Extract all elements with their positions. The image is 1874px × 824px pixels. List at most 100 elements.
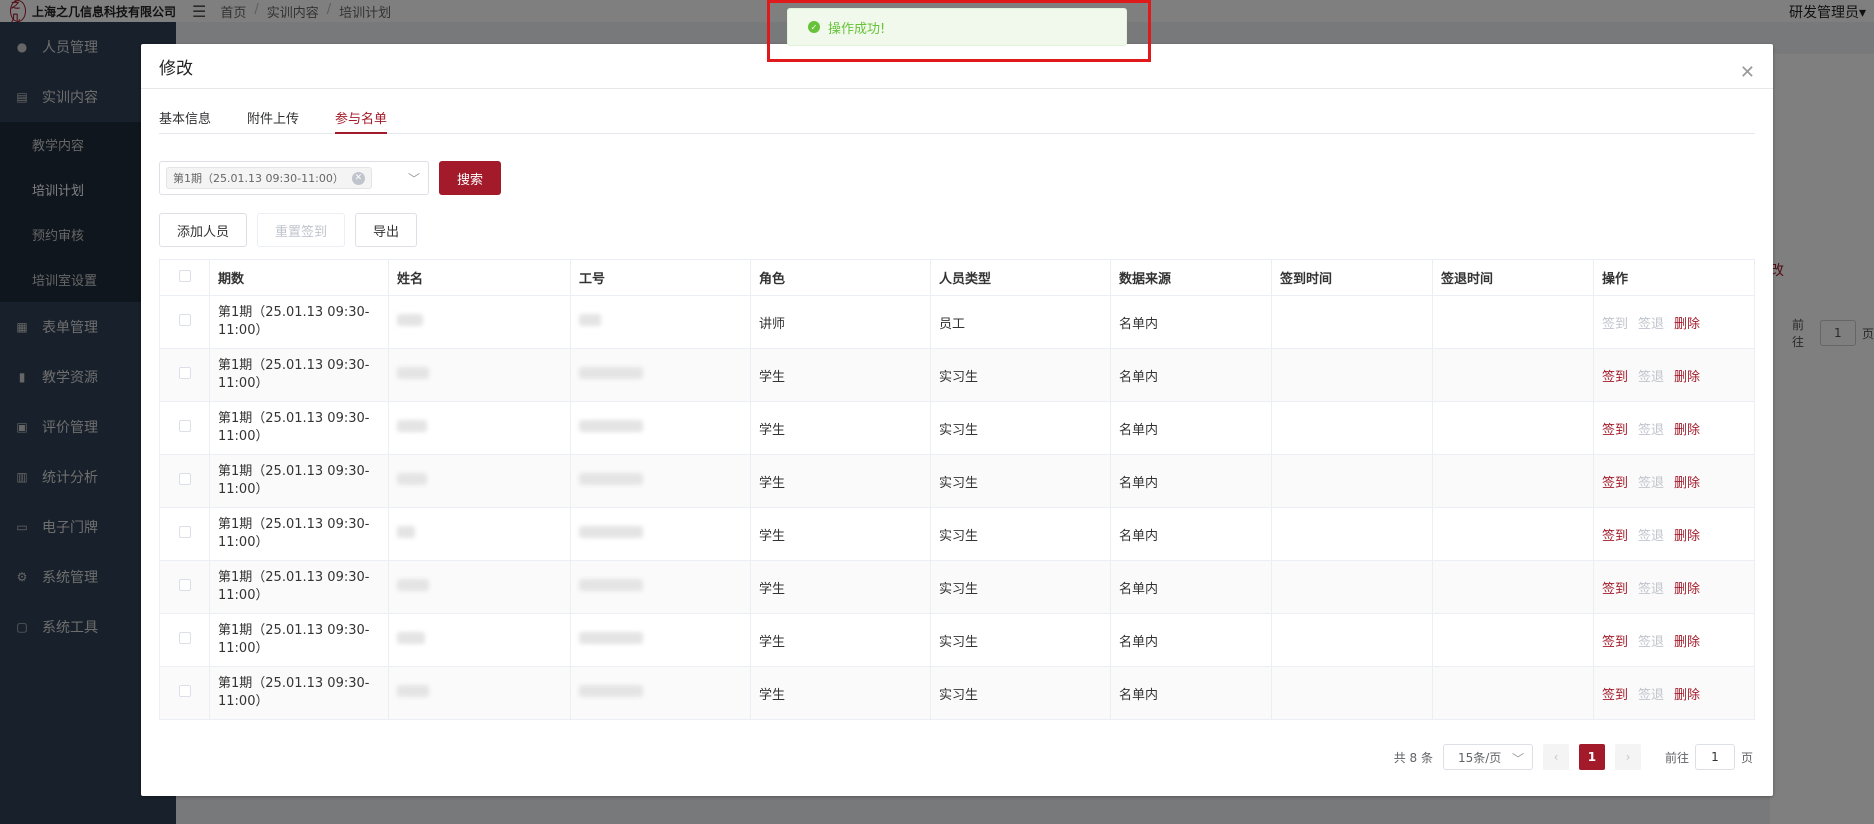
cell-role: 学生: [750, 401, 931, 455]
sign-in-link[interactable]: 签到: [1602, 635, 1628, 650]
cell-actions: 签到 签退 删除: [1593, 401, 1755, 455]
prev-page-icon[interactable]: ‹: [1542, 744, 1569, 770]
redacted-id: [579, 473, 643, 485]
cell-source: 名单内: [1110, 454, 1272, 508]
cell-role: 学生: [750, 560, 931, 614]
sign-in-link[interactable]: 签到: [1602, 317, 1628, 332]
sign-out-link[interactable]: 签退: [1638, 423, 1664, 438]
tab-participants[interactable]: 参与名单: [335, 100, 388, 134]
export-button[interactable]: 导出: [355, 213, 418, 247]
row-checkbox-cell: [159, 560, 210, 614]
delete-link[interactable]: 删除: [1674, 582, 1700, 597]
redacted-id: [579, 632, 643, 644]
delete-link[interactable]: 删除: [1674, 476, 1700, 491]
table-row: 第1期（25.01.13 09:30-11:00） 学生 实习生 名单内 签到签…: [159, 348, 1755, 402]
cell-sign-out-time: [1432, 295, 1594, 349]
close-icon[interactable]: ✕: [1740, 62, 1755, 83]
redacted-name: [397, 473, 427, 485]
redacted-id: [579, 526, 643, 538]
sign-in-link[interactable]: 签到: [1602, 423, 1628, 438]
cell-employee-id: [570, 507, 751, 561]
row-checkbox[interactable]: [178, 314, 191, 326]
redacted-name: [397, 314, 423, 326]
row-checkbox[interactable]: [178, 526, 191, 538]
cell-name: [388, 401, 571, 455]
row-checkbox[interactable]: [178, 632, 191, 644]
sign-in-link[interactable]: 签到: [1602, 370, 1628, 385]
sign-out-link[interactable]: 签退: [1638, 317, 1664, 332]
column-header: 签退时间: [1432, 259, 1594, 296]
sign-out-link[interactable]: 签退: [1638, 476, 1664, 491]
cell-type: 实习生: [930, 454, 1111, 508]
chevron-down-icon: ﹀: [407, 172, 420, 186]
row-checkbox-cell: [159, 348, 210, 402]
sign-in-link[interactable]: 签到: [1602, 476, 1628, 491]
column-header: 期数: [209, 259, 389, 296]
cell-role: 讲师: [750, 295, 931, 349]
column-header: 角色: [750, 259, 931, 296]
dialog-title: 修改: [159, 58, 193, 79]
table-row: 第1期（25.01.13 09:30-11:00） 学生 实习生 名单内 签到签…: [159, 454, 1755, 508]
select-all-checkbox[interactable]: [178, 269, 191, 282]
cell-sign-out-time: [1432, 401, 1594, 455]
row-checkbox-cell: [159, 401, 210, 455]
cell-role: 学生: [750, 666, 931, 720]
cell-period: 第1期（25.01.13 09:30-11:00）: [209, 401, 389, 455]
table-row: 第1期（25.01.13 09:30-11:00） 学生 实习生 名单内 签到签…: [159, 560, 1755, 614]
table-row: 第1期（25.01.13 09:30-11:00） 讲师 员工 名单内 签到 签退…: [159, 295, 1755, 349]
column-header: 工号: [570, 259, 751, 296]
sign-in-link[interactable]: 签到: [1602, 529, 1628, 544]
row-checkbox[interactable]: [178, 685, 191, 697]
cell-sign-out-time: [1432, 507, 1594, 561]
sign-in-link[interactable]: 签到: [1602, 688, 1628, 703]
reset-sign-button[interactable]: 重置签到: [257, 213, 346, 247]
sign-out-link[interactable]: 签退: [1638, 529, 1664, 544]
sign-out-link[interactable]: 签退: [1638, 688, 1664, 703]
current-page[interactable]: 1: [1578, 744, 1605, 770]
period-select[interactable]: 第1期（25.01.13 09:30-11:00） ✕ ﹀: [159, 161, 429, 195]
cell-sign-in-time: [1271, 507, 1433, 561]
delete-link[interactable]: 删除: [1674, 635, 1700, 650]
row-checkbox[interactable]: [178, 473, 191, 485]
goto-input[interactable]: 1: [1694, 744, 1735, 770]
sign-out-link[interactable]: 签退: [1638, 582, 1664, 597]
tab-attachments[interactable]: 附件上传: [247, 100, 299, 134]
cell-period: 第1期（25.01.13 09:30-11:00）: [209, 295, 389, 349]
table-body: 第1期（25.01.13 09:30-11:00） 讲师 员工 名单内 签到 签退…: [159, 295, 1755, 720]
column-header: 签到时间: [1271, 259, 1433, 296]
table-row: 第1期（25.01.13 09:30-11:00） 学生 实习生 名单内 签到签…: [159, 613, 1755, 667]
cell-type: 实习生: [930, 666, 1111, 720]
page-size-select[interactable]: 15条/页 ﹀: [1442, 744, 1533, 770]
tag-close-icon[interactable]: ✕: [351, 171, 365, 185]
cell-sign-out-time: [1432, 348, 1594, 402]
row-checkbox[interactable]: [178, 420, 191, 432]
row-checkbox-cell: [159, 666, 210, 720]
cell-actions: 签到 签退 删除: [1593, 507, 1755, 561]
delete-link[interactable]: 删除: [1674, 423, 1700, 438]
cell-employee-id: [570, 454, 751, 508]
row-checkbox-cell: [159, 454, 210, 508]
add-person-button[interactable]: 添加人员: [159, 213, 248, 247]
page-size-value: 15条/页: [1457, 750, 1502, 765]
delete-link[interactable]: 删除: [1674, 370, 1700, 385]
column-header: 操作: [1593, 259, 1755, 296]
redacted-name: [397, 367, 429, 379]
next-page-icon[interactable]: ›: [1614, 744, 1641, 770]
cell-employee-id: [570, 295, 751, 349]
delete-link[interactable]: 删除: [1674, 688, 1700, 703]
row-checkbox-cell: [159, 507, 210, 561]
cell-name: [388, 560, 571, 614]
sign-in-link[interactable]: 签到: [1602, 582, 1628, 597]
cell-source: 名单内: [1110, 560, 1272, 614]
cell-employee-id: [570, 401, 751, 455]
delete-link[interactable]: 删除: [1674, 529, 1700, 544]
row-checkbox[interactable]: [178, 579, 191, 591]
cell-actions: 签到 签退 删除: [1593, 348, 1755, 402]
delete-link[interactable]: 删除: [1674, 317, 1700, 332]
sign-out-link[interactable]: 签退: [1638, 370, 1664, 385]
tab-basic-info[interactable]: 基本信息: [159, 100, 211, 134]
row-checkbox[interactable]: [178, 367, 191, 379]
sign-out-link[interactable]: 签退: [1638, 635, 1664, 650]
search-button[interactable]: 搜索: [439, 161, 501, 195]
edit-dialog: 修改 ✕ 基本信息 附件上传 参与名单 第1期（25.01.13 09:30-1…: [141, 44, 1773, 796]
